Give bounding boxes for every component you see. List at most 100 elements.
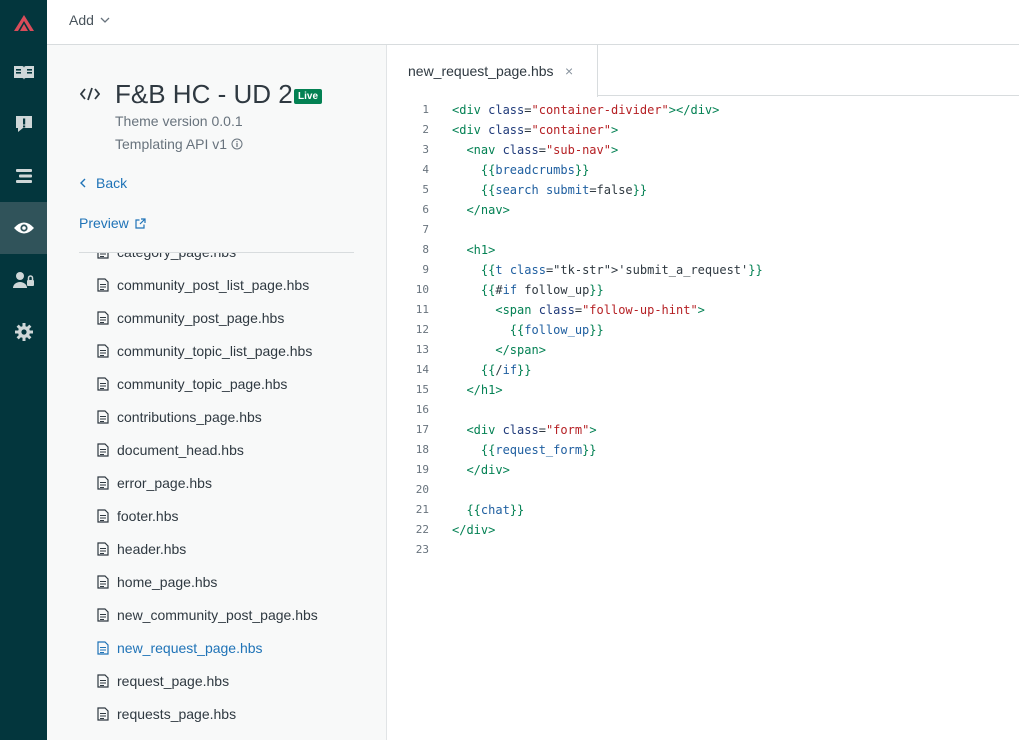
- code-text: {{/if}}: [480, 363, 532, 377]
- file-item[interactable]: community_topic_list_page.hbs: [97, 334, 386, 367]
- code-line[interactable]: 22 </div>: [387, 520, 1019, 540]
- code-icon: [80, 87, 100, 101]
- line-number: 16: [415, 403, 429, 416]
- file-item[interactable]: category_page.hbs: [97, 253, 386, 268]
- templating-api: Templating API v1: [115, 136, 243, 152]
- code-line[interactable]: 2 <div class="container">: [387, 120, 1019, 140]
- file-item[interactable]: header.hbs: [97, 532, 386, 565]
- file-item[interactable]: footer.hbs: [97, 499, 386, 532]
- code-line[interactable]: 3 <nav class="sub-nav">: [387, 140, 1019, 160]
- gear-icon[interactable]: [0, 306, 47, 358]
- file-name: footer.hbs: [117, 507, 179, 524]
- code-line[interactable]: 23: [387, 540, 1019, 560]
- code-line[interactable]: 14 {{/if}}: [387, 360, 1019, 380]
- file-icon: [97, 640, 109, 655]
- user-permissions-icon[interactable]: [0, 254, 47, 306]
- code-text: <div class="container-divider"></div>: [452, 103, 720, 117]
- file-item[interactable]: community_topic_page.hbs: [97, 367, 386, 400]
- preview-label: Preview: [79, 215, 129, 231]
- line-number: 1: [422, 103, 429, 116]
- file-name: community_topic_page.hbs: [117, 375, 288, 392]
- file-item[interactable]: new_community_post_page.hbs: [97, 598, 386, 631]
- guide-book-icon[interactable]: [0, 46, 47, 98]
- code-line[interactable]: 21 {{chat}}: [387, 500, 1019, 520]
- code-line[interactable]: 20: [387, 480, 1019, 500]
- close-icon[interactable]: ×: [565, 63, 573, 79]
- code-line[interactable]: 4 {{breadcrumbs}}: [387, 160, 1019, 180]
- file-icon: [97, 277, 109, 292]
- file-icon: [97, 310, 109, 325]
- code-line[interactable]: 19 </div>: [387, 460, 1019, 480]
- code-line[interactable]: 13 </span>: [387, 340, 1019, 360]
- live-status-badge: Live: [294, 89, 323, 104]
- file-item[interactable]: error_page.hbs: [97, 466, 386, 499]
- file-name: category_page.hbs: [117, 253, 236, 260]
- code-line[interactable]: 7: [387, 220, 1019, 240]
- info-icon[interactable]: [231, 138, 243, 150]
- file-icon: [97, 475, 109, 490]
- file-item[interactable]: contributions_page.hbs: [97, 400, 386, 433]
- file-icon: [97, 442, 109, 457]
- file-item[interactable]: requests_page.hbs: [97, 697, 386, 730]
- back-label: Back: [96, 175, 128, 191]
- file-item[interactable]: search_results.hbs: [97, 730, 386, 740]
- line-number: 13: [415, 343, 429, 356]
- code-text: <div class="form">: [466, 423, 597, 437]
- code-line[interactable]: 15 </h1>: [387, 380, 1019, 400]
- code-line[interactable]: 12 {{follow_up}}: [387, 320, 1019, 340]
- file-name: requests_page.hbs: [117, 705, 237, 722]
- file-name: contributions_page.hbs: [117, 408, 262, 425]
- eye-icon[interactable]: [0, 202, 47, 254]
- code-text: </nav>: [466, 203, 510, 217]
- file-name: request_page.hbs: [117, 672, 230, 689]
- file-icon: [97, 343, 109, 358]
- file-item[interactable]: new_request_page.hbs: [97, 631, 386, 664]
- code-line[interactable]: 10 {{#if follow_up}}: [387, 280, 1019, 300]
- file-icon: [97, 541, 109, 556]
- code-line[interactable]: 18 {{request_form}}: [387, 440, 1019, 460]
- file-item[interactable]: document_head.hbs: [97, 433, 386, 466]
- code-line[interactable]: 1 <div class="container-divider"></div>: [387, 100, 1019, 120]
- file-item[interactable]: community_post_page.hbs: [97, 301, 386, 334]
- top-bar: Add: [47, 0, 1019, 45]
- file-icon: [97, 508, 109, 523]
- code-text: </h1>: [466, 383, 503, 397]
- file-name: community_topic_list_page.hbs: [117, 342, 313, 359]
- theme-title: F&B HC - UD 2: [115, 79, 293, 109]
- code-line[interactable]: 6 </nav>: [387, 200, 1019, 220]
- add-menu-button[interactable]: Add: [69, 12, 110, 28]
- back-link[interactable]: Back: [79, 175, 127, 191]
- code-line[interactable]: 16: [387, 400, 1019, 420]
- file-item[interactable]: request_page.hbs: [97, 664, 386, 697]
- code-line[interactable]: 5 {{search submit=false}}: [387, 180, 1019, 200]
- preview-link[interactable]: Preview: [79, 215, 146, 231]
- zendesk-guide-logo-icon[interactable]: [0, 0, 47, 46]
- chevron-left-icon: [80, 178, 86, 188]
- code-text: {{#if follow_up}}: [480, 283, 604, 297]
- code-line[interactable]: 8 <h1>: [387, 240, 1019, 260]
- line-number: 7: [422, 223, 429, 236]
- editor-tab-bar: new_request_page.hbs ×: [387, 45, 1019, 97]
- code-editor[interactable]: 1 <div class="container-divider"></div> 2 <…: [387, 97, 1019, 740]
- code-text: </div>: [452, 523, 496, 537]
- file-name: header.hbs: [117, 540, 187, 557]
- line-number: 20: [415, 483, 429, 496]
- line-number: 9: [422, 263, 429, 276]
- line-number: 15: [415, 383, 429, 396]
- file-list-viewport[interactable]: category_page.hbs community_post_list_pag…: [47, 253, 386, 740]
- file-item[interactable]: community_post_list_page.hbs: [97, 268, 386, 301]
- file-item[interactable]: home_page.hbs: [97, 565, 386, 598]
- theme-version: Theme version 0.0.1: [115, 113, 243, 129]
- line-number: 4: [422, 163, 429, 176]
- add-menu-label: Add: [69, 12, 94, 28]
- line-number: 12: [415, 323, 429, 336]
- file-icon: [97, 607, 109, 622]
- code-line[interactable]: 17 <div class="form">: [387, 420, 1019, 440]
- line-number: 14: [415, 363, 429, 376]
- tab-label: new_request_page.hbs: [408, 63, 554, 79]
- code-text: <span class="follow-up-hint">: [495, 303, 705, 317]
- arrange-content-icon[interactable]: [0, 150, 47, 202]
- code-line[interactable]: 9 {{t class="tk-str">'submit_a_request'}…: [387, 260, 1019, 280]
- alert-icon[interactable]: [0, 98, 47, 150]
- code-line[interactable]: 11 <span class="follow-up-hint">: [387, 300, 1019, 320]
